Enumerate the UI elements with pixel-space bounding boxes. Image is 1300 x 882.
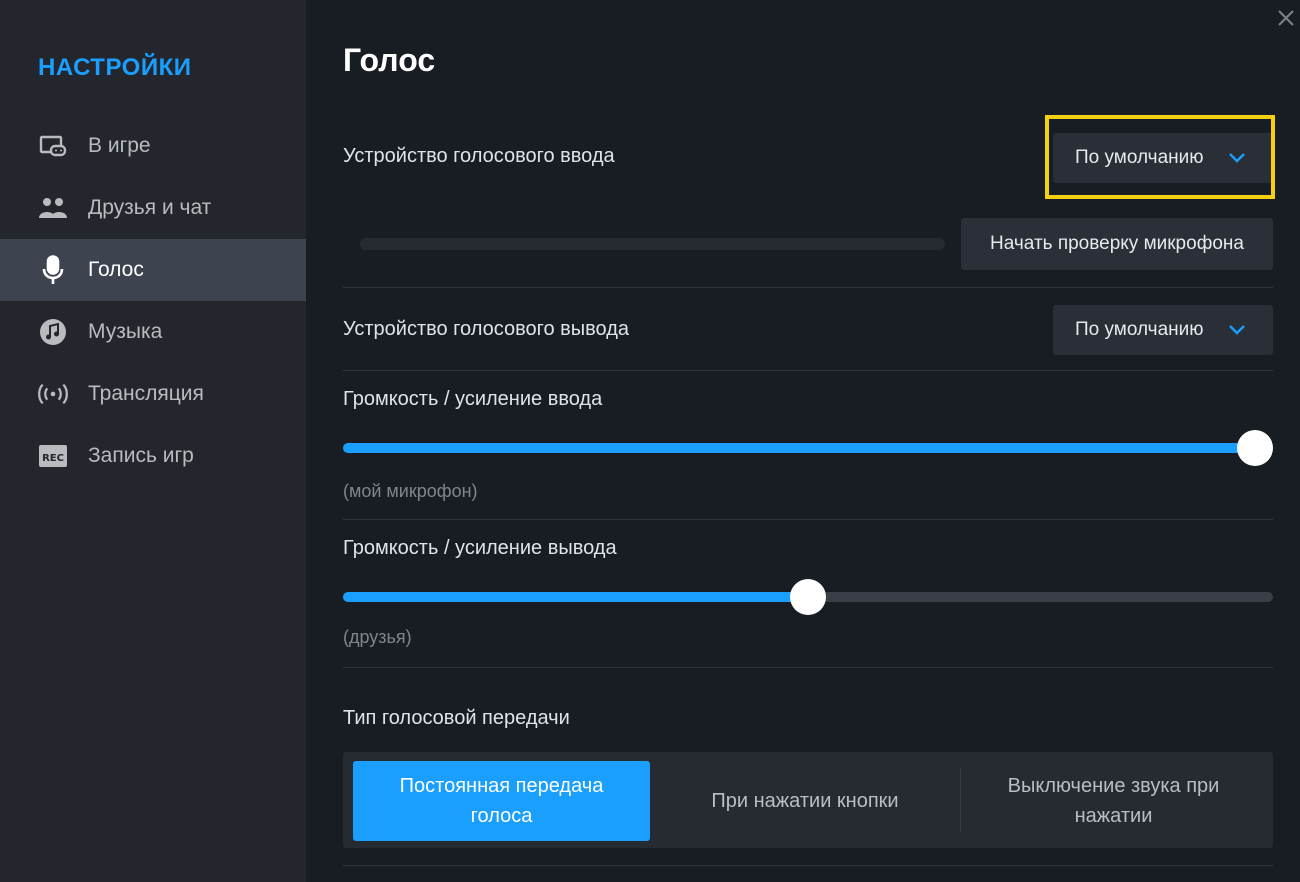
input-device-label: Устройство голосового ввода — [343, 145, 615, 167]
sidebar-item-voice[interactable]: Голос — [0, 239, 306, 301]
transmission-type-label: Тип голосовой передачи — [343, 707, 570, 729]
divider — [343, 370, 1273, 371]
sidebar-item-label: В игре — [88, 134, 151, 157]
output-volume-hint: (друзья) — [343, 627, 412, 647]
divider — [343, 865, 1273, 866]
output-device-dropdown[interactable]: По умолчанию — [1053, 305, 1273, 355]
friends-icon — [38, 193, 68, 223]
music-icon — [38, 317, 68, 347]
mic-test-button[interactable]: Начать проверку микрофона — [961, 218, 1273, 270]
output-device-label: Устройство голосового вывода — [343, 318, 630, 340]
input-device-dropdown[interactable]: По умолчанию — [1053, 133, 1273, 183]
sidebar: НАСТРОЙКИ В игре Друзья и чат Голос Музы… — [0, 0, 306, 882]
microphone-icon — [38, 255, 68, 285]
slider-fill — [343, 592, 808, 602]
rec-icon: REC — [38, 441, 68, 471]
dropdown-value: По умолчанию — [1075, 147, 1204, 168]
divider — [343, 519, 1273, 520]
svg-text:REC: REC — [42, 453, 64, 464]
close-icon — [1278, 10, 1294, 26]
sidebar-item-label: Трансляция — [88, 382, 204, 405]
sidebar-item-label: Музыка — [88, 320, 163, 343]
input-volume-label: Громкость / усиление ввода — [343, 388, 603, 410]
sidebar-item-friends-chat[interactable]: Друзья и чат — [0, 177, 306, 239]
sidebar-item-game-recording[interactable]: REC Запись игр — [0, 425, 306, 487]
input-volume-slider[interactable] — [343, 428, 1273, 468]
sidebar-item-label: Друзья и чат — [88, 196, 212, 219]
voice-settings-panel: Голос Устройство голосового ввода По умо… — [343, 0, 1275, 882]
sidebar-item-in-game[interactable]: В игре — [0, 115, 306, 177]
input-volume-hint: (мой микрофон) — [343, 481, 478, 501]
transmission-type-selector: Постоянная передача голоса При нажатии к… — [343, 752, 1273, 848]
output-volume-label: Громкость / усиление вывода — [343, 537, 617, 559]
chevron-down-icon — [1227, 147, 1247, 172]
sidebar-item-label: Голос — [88, 258, 144, 281]
page-title: Голос — [343, 42, 436, 78]
close-button[interactable] — [1272, 4, 1300, 32]
output-volume-slider[interactable] — [343, 577, 1273, 617]
divider — [343, 667, 1273, 668]
sidebar-item-label: Запись игр — [88, 444, 194, 467]
dropdown-value: По умолчанию — [1075, 319, 1204, 340]
sidebar-title: НАСТРОЙКИ — [38, 54, 192, 81]
broadcast-icon — [38, 379, 68, 409]
divider — [343, 287, 1273, 288]
sidebar-item-broadcast[interactable]: Трансляция — [0, 363, 306, 425]
slider-handle[interactable] — [1237, 430, 1273, 466]
transmission-option-push-to-talk[interactable]: При нажатии кнопки — [650, 761, 960, 841]
transmission-option-continuous[interactable]: Постоянная передача голоса — [353, 761, 650, 841]
transmission-option-push-to-mute[interactable]: Выключение звука при нажатии — [961, 761, 1266, 841]
gamepad-screen-icon — [38, 131, 68, 161]
slider-fill — [343, 443, 1255, 453]
mic-level-meter — [360, 238, 945, 250]
sidebar-item-music[interactable]: Музыка — [0, 301, 306, 363]
slider-handle[interactable] — [790, 579, 826, 615]
chevron-down-icon — [1227, 319, 1247, 344]
